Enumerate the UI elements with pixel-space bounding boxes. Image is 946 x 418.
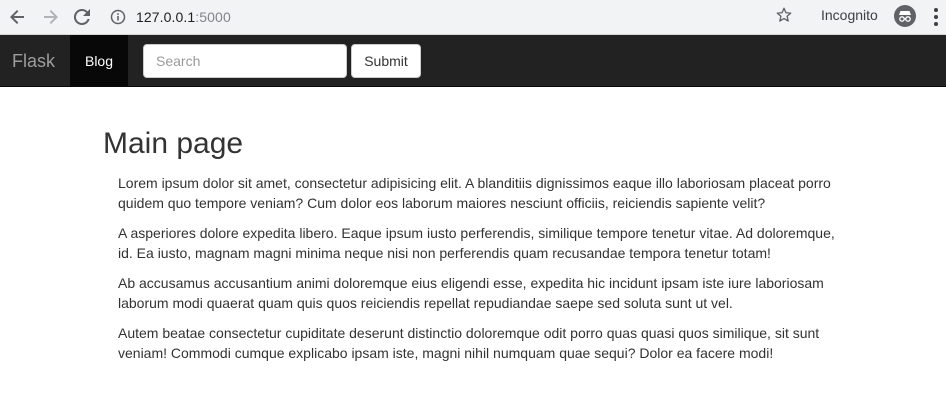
info-icon[interactable] [110,9,126,25]
address-bar[interactable]: 127.0.0.1:5000 [110,4,231,30]
url-text: 127.0.0.1:5000 [136,9,231,25]
navbar: Flask Blog Submit [0,35,946,87]
paragraph: A asperiores dolore expedita libero. Eaq… [118,225,835,261]
paragraph: Lorem ipsum dolor sit amet, consectetur … [118,175,831,211]
nav-item-blog[interactable]: Blog [70,35,128,87]
browser-toolbar: 127.0.0.1:5000 Incognito [0,0,946,35]
back-arrow-icon[interactable] [5,4,31,30]
paragraph: Ab accusamus accusantium animi doloremqu… [118,275,824,311]
paragraph-list: Lorem ipsum dolor sit amet, consectetur … [103,173,843,363]
menu-dots-icon[interactable] [933,8,939,26]
brand-link[interactable]: Flask [12,51,55,72]
paragraph: Autem beatae consectetur cupiditate dese… [118,325,820,361]
url-port: :5000 [195,9,231,25]
url-host: 127.0.0.1 [136,9,196,25]
forward-arrow-icon[interactable] [37,4,63,30]
page-title: Main page [103,127,244,160]
incognito-icon[interactable] [894,5,916,27]
submit-button[interactable]: Submit [351,44,421,78]
star-icon[interactable] [775,6,793,29]
reload-icon[interactable] [69,4,95,30]
main-content: Main page Lorem ipsum dolor sit amet, co… [103,125,843,373]
search-input[interactable] [143,44,347,78]
incognito-label: Incognito [821,7,878,23]
